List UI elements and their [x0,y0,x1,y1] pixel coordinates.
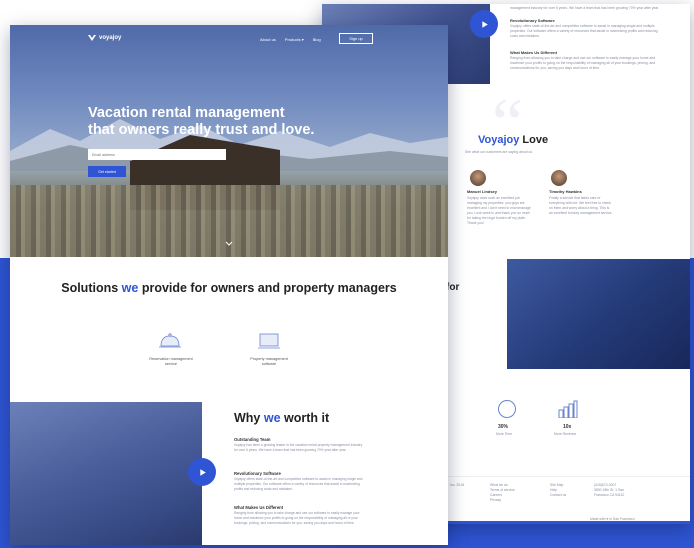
footer-contact: Francisco CA 94110 [594,493,625,497]
solutions-title-part: Solutions [61,281,122,295]
nav-products[interactable]: Products ▾ [285,37,304,42]
front-page-preview: voyajoy About us Products ▾ Blog Sign up… [10,25,448,545]
nav-about-us[interactable]: About us [260,37,276,42]
play-video-button[interactable] [188,458,216,486]
clock-icon [498,400,516,418]
why-title-part: worth it [280,411,330,425]
avatar [470,170,486,186]
feature-label-line: service [164,362,178,366]
chevron-down-icon[interactable] [225,239,233,247]
why-title: Why we worth it [234,411,329,425]
testimonial-name: Timothy Hawkins [549,189,582,194]
play-icon [199,468,206,476]
nav-blog[interactable]: Blog [313,37,321,42]
love-title-suffix: Love [519,134,549,146]
stat-label: More Revenue [554,432,577,436]
stat-label: More Time [496,432,513,436]
solutions-title-part: provide for owners and property managers [138,281,397,295]
footer-link[interactable]: Privacy [490,498,515,503]
feature-property-label: Property management software [234,357,304,367]
why-title-emphasis: we [263,411,281,425]
cloche-icon [159,333,181,348]
footer-link[interactable]: Contact us [550,493,566,498]
main-nav: About us Products ▾ Blog [260,37,321,42]
solutions-title: Solutions we provide for owners and prop… [10,280,448,296]
why-item-body: Ranging from allowing you to take charge… [234,511,360,525]
back-item-body: Voyajoy offers state-of-the-art and comp… [510,24,658,38]
testimonial-text: Finally a service that takes care of eve… [549,196,613,215]
love-title-brand: Voyajoy [478,134,520,146]
stat-value: 10x [563,424,572,430]
avatar [551,170,567,186]
back-item-body: Ranging from allowing you to take charge… [510,56,656,70]
testimonial-text: Voyajoy does such an excellent job manag… [467,196,531,225]
workspace-photo [507,259,690,369]
love-subtitle: See what our customers are saying about … [465,150,533,154]
get-started-button[interactable]: Get started [88,166,126,177]
why-item-heading: What Makes Us Different [234,505,284,510]
hero-section: voyajoy About us Products ▾ Blog Sign up… [10,25,448,257]
play-video-button[interactable] [470,10,498,38]
logo-icon [88,35,96,41]
testimonial-name: Manuel Lindsey [467,189,498,194]
laptop-icon [258,333,280,349]
quote-mark-icon: “ [492,85,524,162]
hero-headline-line: that owners really trust and love. [88,122,315,138]
why-item-body: Voyajoy has been a growing leader in the… [234,443,363,452]
logo-text: voyajoy [99,35,122,41]
hero-headline-line: Vacation rental management [88,105,285,121]
hero-headline: Vacation rental management that owners r… [88,105,348,139]
feature-label-line: software [261,362,277,366]
back-intro-text: management industry for over 6 years. We… [510,6,660,10]
why-title-part: Why [234,411,264,425]
stat-value: 30% [498,424,509,430]
signup-button[interactable]: Sign up [339,33,373,44]
play-icon [481,20,488,28]
email-input[interactable] [88,149,226,160]
why-item-body: Voyajoy offers state-of-the-art and comp… [234,477,363,491]
section-title-fragment: for [446,282,460,293]
love-title: Voyajoy Love [478,134,548,146]
feature-reservation-label: Reservation management service [136,357,206,367]
logo[interactable]: voyajoy [88,35,121,41]
why-item-heading: Outstanding Team [234,437,271,442]
footer-copyright: Inc. 2018 [450,483,464,487]
why-item-heading: Revolutionary Software [234,471,281,476]
solutions-title-emphasis: we [121,281,139,295]
bar-chart-icon [558,400,578,419]
living-room-photo [10,402,202,545]
